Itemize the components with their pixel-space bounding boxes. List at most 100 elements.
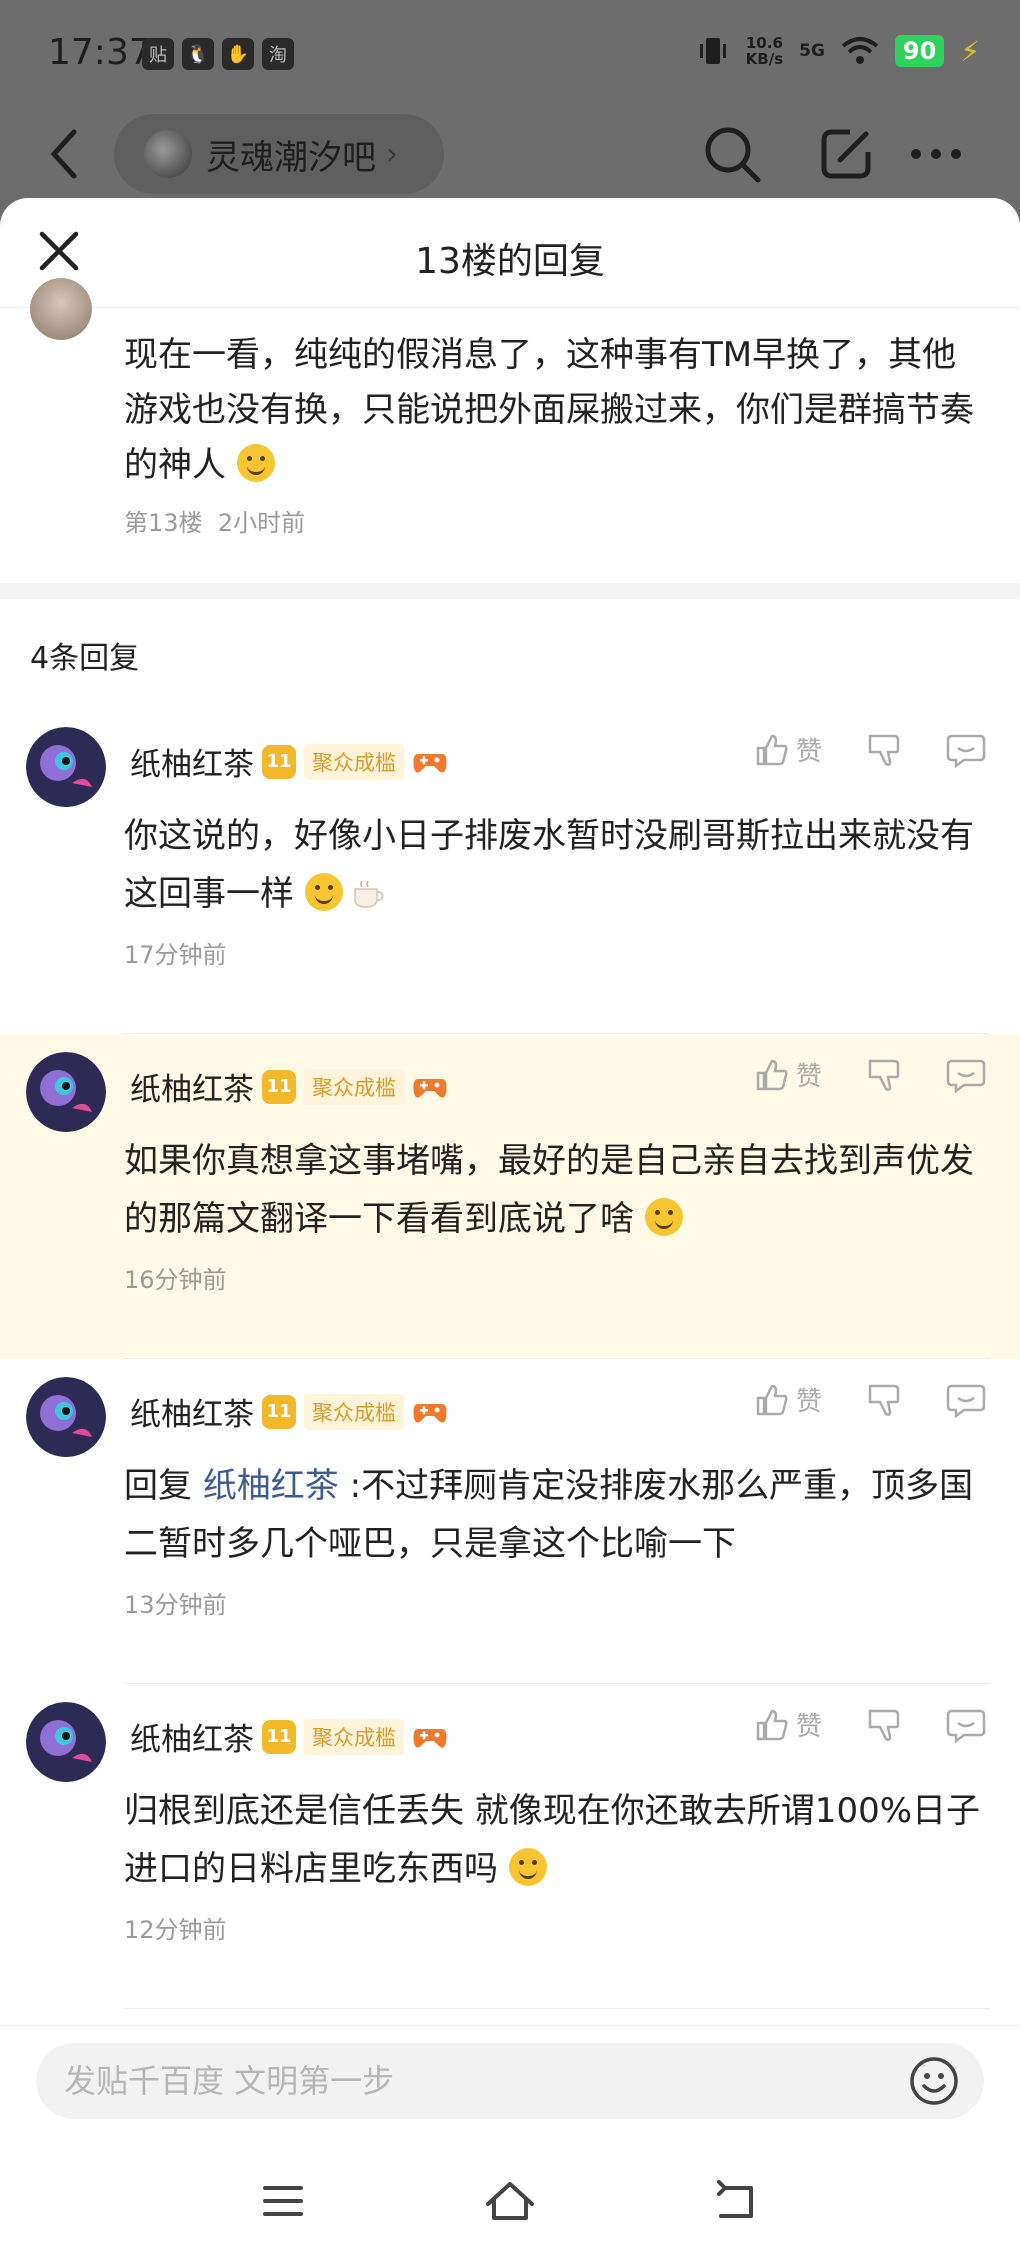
reply-time: 13分钟前 [124,1591,227,1619]
wifi-icon [841,37,879,64]
gamepad-icon [413,1078,447,1098]
reply-user: 纸柚红茶 11 聚众成槛 [130,1064,448,1109]
back-icon[interactable] [44,124,84,184]
status-right: 10.6 KB/s 5G 90 ⚡ [696,34,980,68]
original-comment-meta: 第13楼 2小时前 [124,509,306,537]
vibrate-icon [699,38,726,64]
avatar[interactable] [26,1702,106,1782]
list-item: 纸柚红茶 11 聚众成槛 赞 如果你真想拿这事堵嘴，最好的是自己亲自去找到声优发… [0,1034,1020,1359]
bottom-bar [0,2025,1020,2255]
reply-sheet: 13楼的回复 现在一看，纯纯的假消息了，这种事有TM早换了，其他游戏也没有换，只… [0,198,1020,2255]
gamepad-icon [413,1403,447,1423]
reply-actions: 赞 [754,1706,986,1743]
dislike-button[interactable] [866,1707,902,1743]
gamepad-icon [413,1728,447,1748]
forum-name: 灵魂潮汐吧 [206,137,376,178]
user-tag: 聚众成槛 [304,1718,404,1755]
thumbs-up-icon [756,1384,788,1415]
dislike-button[interactable] [866,1382,902,1418]
avatar[interactable] [30,278,92,340]
mention-link[interactable]: 纸柚红茶 [203,1466,339,1506]
original-comment-text: 现在一看，纯纯的假消息了，这种事有TM早换了，其他游戏也没有换，只能说把外面屎搬… [124,335,974,485]
reply-text: 如果你真想拿这事堵嘴，最好的是自己亲自去找到声优发的那篇文翻译一下看看到底说了啥 [124,1141,974,1239]
comment-icon [946,1709,986,1743]
reply-input-box[interactable] [36,2043,984,2119]
thumbs-down-icon [868,1709,900,1741]
thumbs-down-icon [868,1384,900,1416]
list-item: 纸柚红茶 11 聚众成槛 赞 你这说的，好像小日子排废水暂时没刷哥斯拉出来就没有… [0,709,1020,1034]
home-nav-icon[interactable] [480,2176,540,2226]
comment-icon [946,734,986,768]
reply-button[interactable] [946,1057,986,1093]
comment-icon [946,1059,986,1093]
thumbs-up-icon [756,734,788,765]
status-time: 17:37 [48,32,152,73]
reply-text: 归根到底还是信任丢失 就像现在你还敢去所谓100%日子进口的日料店里吃东西吗 [124,1791,981,1889]
user-tag: 聚众成槛 [304,743,404,780]
avatar[interactable] [26,727,106,807]
username[interactable]: 纸柚红茶 [130,1064,254,1109]
user-tag: 聚众成槛 [304,1393,404,1430]
like-button[interactable]: 赞 [754,731,822,768]
reply-time: 17分钟前 [124,941,227,969]
notification-icons: 贴 🐧 ✋ 淘 [142,38,294,70]
level-badge: 11 [262,1719,296,1754]
more-icon[interactable] [904,122,968,186]
thumbs-down-icon [868,734,900,766]
thumbs-up-icon [756,1059,788,1090]
level-badge: 11 [262,1069,296,1104]
forum-avatar [144,130,192,178]
reply-user: 纸柚红茶 11 聚众成槛 [130,739,448,784]
reply-text: 回复 纸柚红茶 :不过拜厕肯定没排废水那么严重，顶多国二暂时多几个哑巴，只是拿这… [124,1466,974,1564]
original-comment: 现在一看，纯纯的假消息了，这种事有TM早换了，其他游戏也没有换，只能说把外面屎搬… [0,278,1020,583]
thumbs-down-icon [868,1059,900,1091]
reply-time: 12分钟前 [124,1916,227,1944]
username[interactable]: 纸柚红茶 [130,739,254,784]
user-tag: 聚众成槛 [304,1068,404,1105]
forum-chip[interactable]: 灵魂潮汐吧 › [114,114,444,194]
reply-actions: 赞 [754,1381,986,1418]
avatar[interactable] [26,1052,106,1132]
like-button[interactable]: 赞 [754,1381,822,1418]
edit-icon[interactable] [814,122,878,186]
search-icon[interactable] [700,122,764,186]
reply-user: 纸柚红茶 11 聚众成槛 [130,1389,448,1434]
sheet-header: 13楼的回复 [0,198,1020,308]
gamepad-icon [413,753,447,773]
emoji-icon [236,444,275,482]
menu-nav-icon[interactable] [253,2176,313,2226]
username[interactable]: 纸柚红茶 [130,1389,254,1434]
reply-input[interactable] [64,2062,864,2100]
like-button[interactable]: 赞 [754,1056,822,1093]
divider [124,2008,990,2009]
charging-icon: ⚡ [960,34,980,68]
avatar[interactable] [26,1377,106,1457]
smile-emoji-icon [644,1198,683,1236]
list-item: 纸柚红茶 11 聚众成槛 赞 归根到底还是信任丢失 就像现在你还敢去所谓100%… [0,1684,1020,2009]
username[interactable]: 纸柚红茶 [130,1714,254,1759]
reply-actions: 赞 [754,731,986,768]
thumbs-up-icon [756,1709,788,1740]
reply-count: 4条回复 [30,641,140,676]
reply-user: 纸柚红茶 11 聚众成槛 [130,1714,448,1759]
level-badge: 11 [262,1394,296,1429]
net-speed: 10.6 KB/s [745,34,784,68]
comment-icon [946,1384,986,1418]
status-bar: 17:37 贴 🐧 ✋ 淘 10.6 KB/s 5G 90 ⚡ [0,0,1020,110]
dislike-button[interactable] [866,1057,902,1093]
forum-header: 灵魂潮汐吧 › [0,110,1020,200]
dislike-button[interactable] [866,732,902,768]
battery-indicator: 90 [894,35,945,67]
tieba-notify-icon: 贴 [142,38,174,70]
reply-button[interactable] [946,1382,986,1418]
reply-button[interactable] [946,1707,986,1743]
emoji-picker-icon[interactable] [908,2055,960,2107]
reply-button[interactable] [946,732,986,768]
chevron-right-icon: › [386,136,398,172]
back-nav-icon[interactable] [707,2176,767,2226]
like-button[interactable]: 赞 [754,1706,822,1743]
reply-text: 你这说的，好像小日子排废水暂时没刷哥斯拉出来就没有这回事一样 [124,816,974,914]
reply-time: 16分钟前 [124,1266,227,1294]
taobao-notify-icon: 淘 [262,38,294,70]
section-divider [0,583,1020,599]
